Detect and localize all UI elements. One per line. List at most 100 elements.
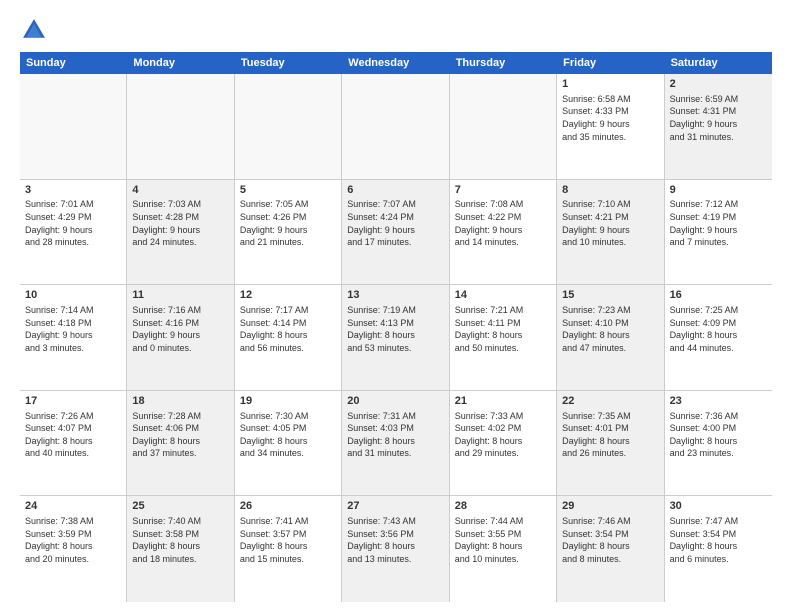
- day-info: Sunrise: 7:08 AM Sunset: 4:22 PM Dayligh…: [455, 198, 551, 248]
- day-number: 8: [562, 183, 658, 198]
- calendar-cell-w1d3: [235, 74, 342, 179]
- day-number: 29: [562, 499, 658, 514]
- day-info: Sunrise: 7:36 AM Sunset: 4:00 PM Dayligh…: [670, 410, 767, 460]
- day-info: Sunrise: 7:33 AM Sunset: 4:02 PM Dayligh…: [455, 410, 551, 460]
- day-info: Sunrise: 7:19 AM Sunset: 4:13 PM Dayligh…: [347, 304, 443, 354]
- day-info: Sunrise: 7:44 AM Sunset: 3:55 PM Dayligh…: [455, 515, 551, 565]
- header-cell-tuesday: Tuesday: [235, 52, 342, 74]
- day-number: 1: [562, 77, 658, 92]
- calendar: SundayMondayTuesdayWednesdayThursdayFrid…: [20, 52, 772, 602]
- calendar-header: SundayMondayTuesdayWednesdayThursdayFrid…: [20, 52, 772, 74]
- header-cell-friday: Friday: [557, 52, 664, 74]
- day-number: 14: [455, 288, 551, 303]
- header-cell-wednesday: Wednesday: [342, 52, 449, 74]
- day-number: 17: [25, 394, 121, 409]
- day-info: Sunrise: 7:12 AM Sunset: 4:19 PM Dayligh…: [670, 198, 767, 248]
- calendar-cell-w2d7: 9Sunrise: 7:12 AM Sunset: 4:19 PM Daylig…: [665, 180, 772, 285]
- day-number: 4: [132, 183, 228, 198]
- calendar-cell-w1d7: 2Sunrise: 6:59 AM Sunset: 4:31 PM Daylig…: [665, 74, 772, 179]
- day-number: 20: [347, 394, 443, 409]
- day-info: Sunrise: 7:05 AM Sunset: 4:26 PM Dayligh…: [240, 198, 336, 248]
- day-info: Sunrise: 7:38 AM Sunset: 3:59 PM Dayligh…: [25, 515, 121, 565]
- day-number: 19: [240, 394, 336, 409]
- day-info: Sunrise: 7:28 AM Sunset: 4:06 PM Dayligh…: [132, 410, 228, 460]
- calendar-cell-w4d2: 18Sunrise: 7:28 AM Sunset: 4:06 PM Dayli…: [127, 391, 234, 496]
- day-number: 23: [670, 394, 767, 409]
- calendar-cell-w1d4: [342, 74, 449, 179]
- calendar-cell-w1d6: 1Sunrise: 6:58 AM Sunset: 4:33 PM Daylig…: [557, 74, 664, 179]
- calendar-cell-w3d4: 13Sunrise: 7:19 AM Sunset: 4:13 PM Dayli…: [342, 285, 449, 390]
- day-info: Sunrise: 7:23 AM Sunset: 4:10 PM Dayligh…: [562, 304, 658, 354]
- calendar-cell-w4d5: 21Sunrise: 7:33 AM Sunset: 4:02 PM Dayli…: [450, 391, 557, 496]
- calendar-cell-w2d4: 6Sunrise: 7:07 AM Sunset: 4:24 PM Daylig…: [342, 180, 449, 285]
- header-cell-sunday: Sunday: [20, 52, 127, 74]
- logo-icon: [20, 16, 48, 44]
- calendar-cell-w3d5: 14Sunrise: 7:21 AM Sunset: 4:11 PM Dayli…: [450, 285, 557, 390]
- day-info: Sunrise: 7:10 AM Sunset: 4:21 PM Dayligh…: [562, 198, 658, 248]
- day-number: 5: [240, 183, 336, 198]
- day-info: Sunrise: 6:59 AM Sunset: 4:31 PM Dayligh…: [670, 93, 767, 143]
- calendar-cell-w2d6: 8Sunrise: 7:10 AM Sunset: 4:21 PM Daylig…: [557, 180, 664, 285]
- header-cell-monday: Monday: [127, 52, 234, 74]
- day-info: Sunrise: 7:41 AM Sunset: 3:57 PM Dayligh…: [240, 515, 336, 565]
- calendar-cell-w5d7: 30Sunrise: 7:47 AM Sunset: 3:54 PM Dayli…: [665, 496, 772, 602]
- calendar-cell-w2d3: 5Sunrise: 7:05 AM Sunset: 4:26 PM Daylig…: [235, 180, 342, 285]
- calendar-cell-w5d4: 27Sunrise: 7:43 AM Sunset: 3:56 PM Dayli…: [342, 496, 449, 602]
- calendar-cell-w1d5: [450, 74, 557, 179]
- header-cell-saturday: Saturday: [665, 52, 772, 74]
- calendar-week-1: 1Sunrise: 6:58 AM Sunset: 4:33 PM Daylig…: [20, 74, 772, 180]
- calendar-week-2: 3Sunrise: 7:01 AM Sunset: 4:29 PM Daylig…: [20, 180, 772, 286]
- day-number: 28: [455, 499, 551, 514]
- day-number: 11: [132, 288, 228, 303]
- day-info: Sunrise: 7:17 AM Sunset: 4:14 PM Dayligh…: [240, 304, 336, 354]
- day-info: Sunrise: 7:16 AM Sunset: 4:16 PM Dayligh…: [132, 304, 228, 354]
- day-number: 12: [240, 288, 336, 303]
- calendar-week-4: 17Sunrise: 7:26 AM Sunset: 4:07 PM Dayli…: [20, 391, 772, 497]
- calendar-body: 1Sunrise: 6:58 AM Sunset: 4:33 PM Daylig…: [20, 74, 772, 602]
- calendar-cell-w3d7: 16Sunrise: 7:25 AM Sunset: 4:09 PM Dayli…: [665, 285, 772, 390]
- day-number: 26: [240, 499, 336, 514]
- calendar-cell-w4d4: 20Sunrise: 7:31 AM Sunset: 4:03 PM Dayli…: [342, 391, 449, 496]
- calendar-cell-w5d3: 26Sunrise: 7:41 AM Sunset: 3:57 PM Dayli…: [235, 496, 342, 602]
- day-number: 21: [455, 394, 551, 409]
- calendar-cell-w5d2: 25Sunrise: 7:40 AM Sunset: 3:58 PM Dayli…: [127, 496, 234, 602]
- day-info: Sunrise: 7:21 AM Sunset: 4:11 PM Dayligh…: [455, 304, 551, 354]
- day-info: Sunrise: 7:47 AM Sunset: 3:54 PM Dayligh…: [670, 515, 767, 565]
- calendar-cell-w4d1: 17Sunrise: 7:26 AM Sunset: 4:07 PM Dayli…: [20, 391, 127, 496]
- day-number: 15: [562, 288, 658, 303]
- day-number: 13: [347, 288, 443, 303]
- calendar-cell-w4d7: 23Sunrise: 7:36 AM Sunset: 4:00 PM Dayli…: [665, 391, 772, 496]
- day-number: 10: [25, 288, 121, 303]
- calendar-cell-w2d5: 7Sunrise: 7:08 AM Sunset: 4:22 PM Daylig…: [450, 180, 557, 285]
- day-number: 24: [25, 499, 121, 514]
- day-number: 7: [455, 183, 551, 198]
- calendar-cell-w3d2: 11Sunrise: 7:16 AM Sunset: 4:16 PM Dayli…: [127, 285, 234, 390]
- day-number: 2: [670, 77, 767, 92]
- day-number: 25: [132, 499, 228, 514]
- day-info: Sunrise: 7:14 AM Sunset: 4:18 PM Dayligh…: [25, 304, 121, 354]
- logo: [20, 16, 52, 44]
- calendar-cell-w3d1: 10Sunrise: 7:14 AM Sunset: 4:18 PM Dayli…: [20, 285, 127, 390]
- day-info: Sunrise: 7:43 AM Sunset: 3:56 PM Dayligh…: [347, 515, 443, 565]
- day-number: 30: [670, 499, 767, 514]
- calendar-cell-w5d1: 24Sunrise: 7:38 AM Sunset: 3:59 PM Dayli…: [20, 496, 127, 602]
- day-info: Sunrise: 7:26 AM Sunset: 4:07 PM Dayligh…: [25, 410, 121, 460]
- day-number: 18: [132, 394, 228, 409]
- day-info: Sunrise: 7:07 AM Sunset: 4:24 PM Dayligh…: [347, 198, 443, 248]
- day-number: 6: [347, 183, 443, 198]
- day-number: 22: [562, 394, 658, 409]
- day-number: 27: [347, 499, 443, 514]
- calendar-cell-w3d3: 12Sunrise: 7:17 AM Sunset: 4:14 PM Dayli…: [235, 285, 342, 390]
- calendar-week-3: 10Sunrise: 7:14 AM Sunset: 4:18 PM Dayli…: [20, 285, 772, 391]
- day-info: Sunrise: 7:03 AM Sunset: 4:28 PM Dayligh…: [132, 198, 228, 248]
- calendar-cell-w5d5: 28Sunrise: 7:44 AM Sunset: 3:55 PM Dayli…: [450, 496, 557, 602]
- calendar-cell-w2d1: 3Sunrise: 7:01 AM Sunset: 4:29 PM Daylig…: [20, 180, 127, 285]
- day-info: Sunrise: 7:40 AM Sunset: 3:58 PM Dayligh…: [132, 515, 228, 565]
- day-number: 16: [670, 288, 767, 303]
- page: SundayMondayTuesdayWednesdayThursdayFrid…: [0, 0, 792, 612]
- day-info: Sunrise: 7:46 AM Sunset: 3:54 PM Dayligh…: [562, 515, 658, 565]
- day-info: Sunrise: 6:58 AM Sunset: 4:33 PM Dayligh…: [562, 93, 658, 143]
- day-number: 9: [670, 183, 767, 198]
- calendar-cell-w1d2: [127, 74, 234, 179]
- calendar-cell-w2d2: 4Sunrise: 7:03 AM Sunset: 4:28 PM Daylig…: [127, 180, 234, 285]
